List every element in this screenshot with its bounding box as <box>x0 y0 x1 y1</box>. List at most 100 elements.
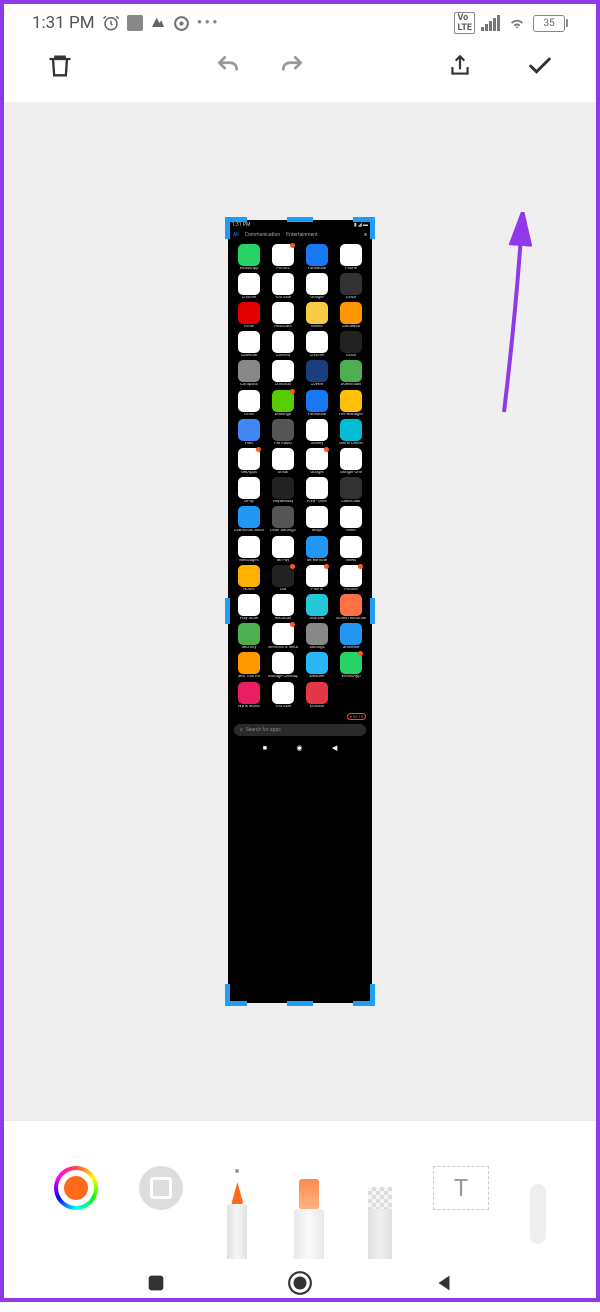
app-icon-2 <box>150 15 166 31</box>
app-item: Airtel <box>233 302 265 329</box>
app-item: Camera <box>267 331 299 358</box>
inner-tabs: All Communication Entertainment ≡ <box>228 230 372 240</box>
eraser-tool[interactable] <box>367 1181 393 1259</box>
status-bar: 1:31 PM ••• VoLTE 35 <box>4 4 596 38</box>
app-item: Downloads <box>335 360 367 387</box>
app-item: Duolingo <box>267 390 299 417</box>
tab: Entertainment <box>286 232 317 238</box>
canvas-area[interactable]: 1:31 PM▮ ◢ ▬ All Communication Entertain… <box>4 102 596 1120</box>
crop-handle[interactable] <box>225 598 230 624</box>
screenshot-preview[interactable]: 1:31 PM▮ ◢ ▬ All Communication Entertain… <box>228 220 372 1003</box>
app-item: Mi Remote <box>301 536 333 563</box>
app-item: Drive <box>233 390 265 417</box>
home-button[interactable] <box>286 1269 314 1297</box>
app-item: SIM Tool Kit <box>233 652 265 679</box>
app-item: FM Radio <box>267 419 299 446</box>
app-item: Scanner <box>301 594 333 621</box>
crop-handle[interactable] <box>225 984 230 1006</box>
rec-badge: ● 00:10 <box>347 713 366 720</box>
status-time: 1:31 PM <box>32 13 95 33</box>
app-item: Facebook <box>301 390 333 417</box>
text-tool[interactable]: T <box>433 1166 489 1210</box>
app-item: Lawnchair Settings <box>233 506 265 533</box>
status-right: VoLTE 35 <box>454 12 568 34</box>
app-grid: WhatsAppPhotosFacebookPhoneChromeYouTube… <box>228 240 372 713</box>
editor-toolbar <box>4 38 596 102</box>
app-item: Chrome <box>233 273 265 300</box>
app-item: Mi Pay <box>267 536 299 563</box>
app-item: Files <box>233 419 265 446</box>
crop-handle[interactable] <box>225 217 230 239</box>
done-button[interactable] <box>522 48 558 84</box>
undo-button[interactable] <box>210 48 246 84</box>
app-item: Zomato <box>301 682 333 709</box>
color-picker[interactable] <box>54 1166 98 1210</box>
battery-icon: 35 <box>533 15 568 32</box>
app-item: KVB - Dlite <box>301 477 333 504</box>
crop-handle[interactable] <box>370 598 375 624</box>
app-item: Phone <box>301 565 333 592</box>
app-item: WhatsApp <box>233 244 265 271</box>
app-item: Meet <box>335 506 367 533</box>
status-left: 1:31 PM ••• <box>32 13 220 33</box>
app-item: Assistant <box>267 302 299 329</box>
annotation-arrow <box>486 212 546 422</box>
app-item: Wynk Music <box>233 682 265 709</box>
delete-button[interactable] <box>42 48 78 84</box>
crop-handle[interactable] <box>370 984 375 1006</box>
app-item: Weather <box>301 652 333 679</box>
menu-icon: ≡ <box>364 232 367 238</box>
app-item: Screen Recorder <box>335 594 367 621</box>
app-item: Game Center <box>335 419 367 446</box>
app-item: Facebook <box>301 244 333 271</box>
app-item: Photos <box>267 244 299 271</box>
app-item: Google <box>301 273 333 300</box>
redo-button[interactable] <box>274 48 310 84</box>
app-item: Recorder <box>267 594 299 621</box>
app-item: Security <box>233 623 265 650</box>
app-item: Services & feedback <box>267 623 299 650</box>
app-item: Lean Settings <box>267 506 299 533</box>
app-item: Compass <box>233 360 265 387</box>
app-item: Clock <box>335 331 367 358</box>
app-item: Photos <box>335 565 367 592</box>
app-item: YouTube <box>267 682 299 709</box>
pen-tool[interactable] <box>223 1169 251 1259</box>
search-bar: ⌕Search for apps <box>234 724 366 736</box>
crop-handle[interactable] <box>287 217 313 222</box>
back-button[interactable] <box>430 1269 458 1297</box>
more-icon: ••• <box>197 13 220 33</box>
app-item: Google One <box>335 448 367 475</box>
shape-tool[interactable] <box>139 1166 183 1210</box>
app-item: Maps <box>301 506 333 533</box>
app-item: GetApps <box>233 448 265 475</box>
app-item: Storage Cleanup <box>267 652 299 679</box>
app-item: Chrome <box>301 331 333 358</box>
app-item: YouTube <box>267 273 299 300</box>
volte-icon: VoLTE <box>454 12 475 34</box>
app-item: HeyMelody <box>267 477 299 504</box>
app-icon <box>127 15 143 31</box>
marker-tool[interactable] <box>292 1171 326 1259</box>
crop-handle[interactable] <box>287 1001 313 1006</box>
alarm-icon <box>102 14 120 32</box>
app-item: Notes <box>233 565 265 592</box>
app-item: Messages <box>233 536 265 563</box>
recents-button[interactable] <box>142 1269 170 1297</box>
signal-icon <box>481 15 501 31</box>
app-item: Gallery <box>301 419 333 446</box>
crop-handle[interactable] <box>370 217 375 239</box>
app-item: Play Store <box>233 594 265 621</box>
app-item: Contacts <box>267 360 299 387</box>
app-item: Clock <box>335 273 367 300</box>
app-item: WhatsApp <box>335 652 367 679</box>
app-item: GPay <box>233 477 265 504</box>
extra-tool[interactable] <box>530 1184 546 1244</box>
app-item: Google <box>301 448 333 475</box>
tab: All <box>233 232 239 238</box>
app-item: Calendar <box>233 331 265 358</box>
share-button[interactable] <box>442 48 478 84</box>
app-item: Ola <box>267 565 299 592</box>
app-item: File Manager <box>335 390 367 417</box>
app-item: News <box>335 536 367 563</box>
